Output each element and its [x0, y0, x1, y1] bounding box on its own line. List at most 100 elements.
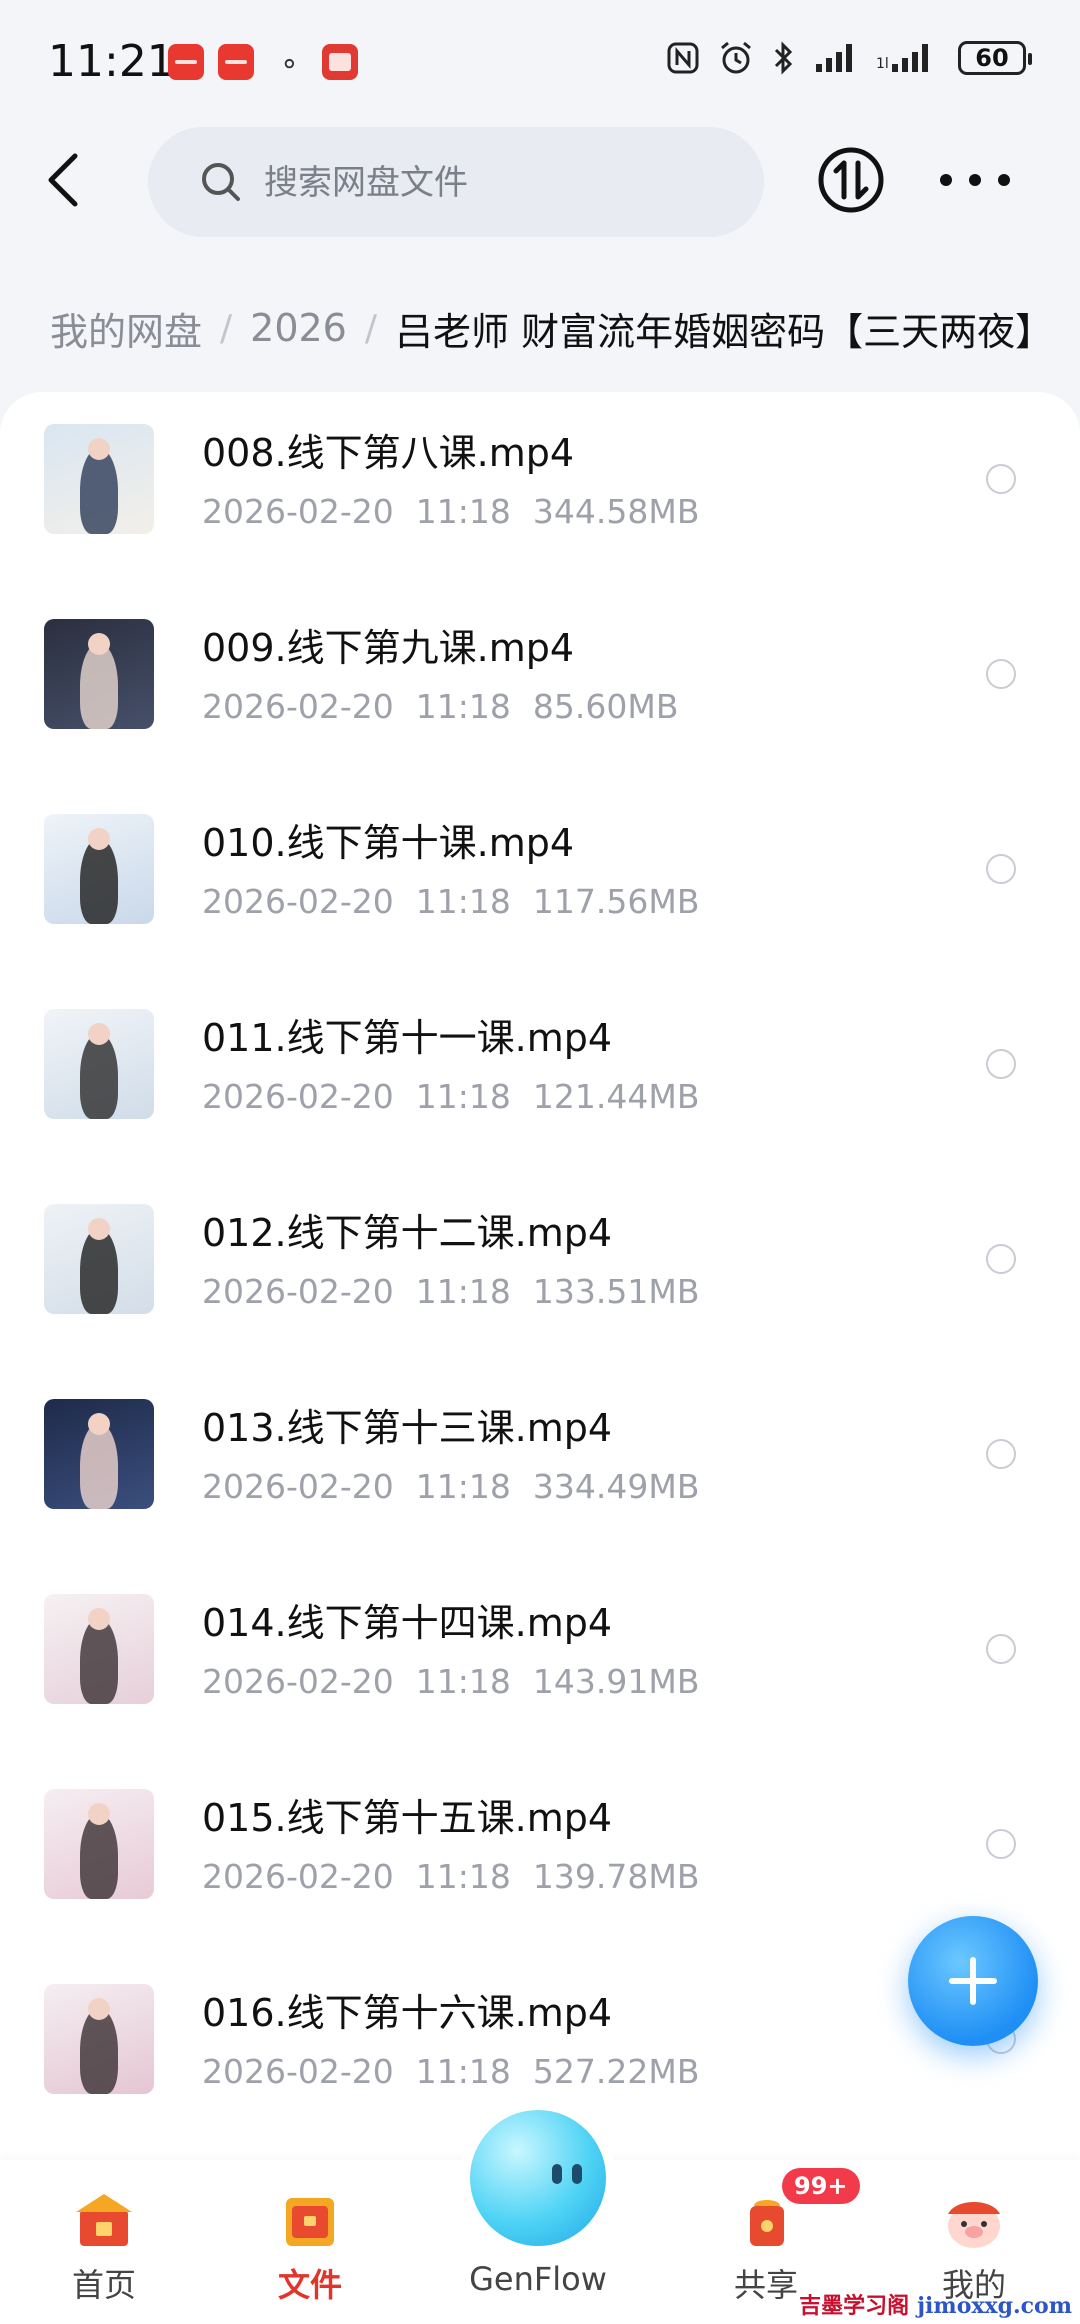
file-time: 11:18: [415, 1272, 511, 1311]
thumbnail-figure: [80, 1423, 118, 1509]
video-thumbnail: [44, 1789, 154, 1899]
file-name: 014.线下第十四课.mp4: [202, 1601, 613, 1645]
file-size: 344.58MB: [532, 492, 700, 531]
nav-genflow-label: GenFlow: [469, 2260, 607, 2298]
nav-home[interactable]: 首页: [24, 2160, 184, 2324]
thumbnail-figure: [88, 1218, 110, 1240]
profile-mascot-icon: [948, 2202, 1000, 2248]
watermark: 吉墨学习阁 jimoxxg.com: [799, 2288, 1072, 2320]
file-name: 015.线下第十五课.mp4: [202, 1796, 613, 1840]
file-row[interactable]: 010.线下第十课.mp4 2026-02-20 11:18 117.56MB: [0, 782, 1080, 977]
file-size: 527.22MB: [532, 2052, 700, 2091]
file-name: 008.线下第八课.mp4: [202, 431, 575, 475]
back-arrow-icon: [48, 153, 78, 207]
more-dot-icon: [969, 174, 981, 186]
watermark-url: jimoxxg.com: [917, 2293, 1072, 2319]
signal-icon: [816, 44, 852, 72]
home-icon: [76, 2194, 132, 2246]
signal-icon-2: 1l: [876, 44, 928, 72]
watermark-text: 吉墨学习阁: [799, 2294, 910, 2319]
file-time: 11:18: [415, 1662, 511, 1701]
file-date: 2026-02-20: [202, 1857, 394, 1896]
thumbnail-figure: [80, 643, 118, 729]
app-notification-icon: [322, 44, 358, 80]
file-size: 117.56MB: [532, 882, 700, 921]
back-button[interactable]: [30, 147, 96, 213]
file-time: 11:18: [415, 492, 511, 531]
thumbnail-figure: [88, 1608, 110, 1630]
video-thumbnail: [44, 1399, 154, 1509]
svg-text:1l: 1l: [876, 56, 889, 72]
video-thumbnail: [44, 1204, 154, 1314]
file-row[interactable]: 009.线下第九课.mp4 2026-02-20 11:18 85.60MB: [0, 587, 1080, 782]
thumbnail-figure: [80, 1033, 118, 1119]
file-name: 009.线下第九课.mp4: [202, 626, 575, 670]
video-thumbnail: [44, 619, 154, 729]
file-time: 11:18: [415, 1077, 511, 1116]
files-icon: [286, 2198, 334, 2246]
select-radio[interactable]: [986, 1049, 1016, 1079]
search-bar[interactable]: [148, 127, 764, 239]
file-size: 85.60MB: [532, 687, 679, 726]
file-time: 11:18: [415, 687, 511, 726]
select-radio[interactable]: [986, 1244, 1016, 1274]
notification-dot-icon: ∘: [280, 46, 299, 81]
video-thumbnail: [44, 424, 154, 534]
file-meta: 2026-02-20 11:18 143.91MB: [202, 1662, 699, 1701]
video-thumbnail: [44, 1009, 154, 1119]
video-thumbnail: [44, 1984, 154, 2094]
thumbnail-figure: [80, 1228, 118, 1314]
file-date: 2026-02-20: [202, 1467, 394, 1506]
breadcrumb-root[interactable]: 我的网盘: [50, 301, 202, 356]
file-row[interactable]: 015.线下第十五课.mp4 2026-02-20 11:18 139.78MB: [0, 1757, 1080, 1952]
app-notification-icon: [168, 44, 204, 80]
nfc-icon: [667, 42, 699, 74]
add-button[interactable]: [908, 1916, 1038, 2046]
file-time: 11:18: [415, 2052, 511, 2091]
thumbnail-figure: [88, 633, 110, 655]
select-radio[interactable]: [986, 464, 1016, 494]
file-date: 2026-02-20: [202, 2052, 394, 2091]
genflow-eye: [572, 2164, 582, 2184]
more-dot-icon: [940, 174, 952, 186]
file-date: 2026-02-20: [202, 882, 394, 921]
file-meta: 2026-02-20 11:18 139.78MB: [202, 1857, 699, 1896]
file-size: 139.78MB: [532, 1857, 700, 1896]
genflow-eye: [552, 2164, 562, 2184]
select-radio[interactable]: [986, 1829, 1016, 1859]
more-dot-icon: [998, 174, 1010, 186]
file-row[interactable]: 008.线下第八课.mp4 2026-02-20 11:18 344.58MB: [0, 392, 1080, 587]
file-meta: 2026-02-20 11:18 121.44MB: [202, 1077, 699, 1116]
select-radio[interactable]: [986, 1439, 1016, 1469]
file-meta: 2026-02-20 11:18 117.56MB: [202, 882, 699, 921]
genflow-mascot-icon[interactable]: [470, 2110, 606, 2246]
file-time: 11:18: [415, 1857, 511, 1896]
thumbnail-figure: [88, 1803, 110, 1825]
file-list: 008.线下第八课.mp4 2026-02-20 11:18 344.58MB 009.…: [0, 392, 1080, 2182]
thumbnail-figure: [80, 448, 118, 534]
search-input[interactable]: [262, 127, 746, 239]
more-button[interactable]: [940, 155, 1010, 205]
file-date: 2026-02-20: [202, 492, 394, 531]
nav-files[interactable]: 文件: [230, 2160, 390, 2324]
select-radio[interactable]: [986, 854, 1016, 884]
system-icons: 1l 60: [666, 40, 1032, 76]
alarm-icon: [721, 41, 751, 74]
file-name: 016.线下第十六课.mp4: [202, 1991, 613, 2035]
share-badge: 99+: [782, 2168, 860, 2204]
file-row[interactable]: 014.线下第十四课.mp4 2026-02-20 11:18 143.91MB: [0, 1562, 1080, 1757]
breadcrumb-year[interactable]: 2026: [250, 306, 347, 350]
select-radio[interactable]: [986, 1634, 1016, 1664]
thumbnail-figure: [88, 1413, 110, 1435]
select-radio[interactable]: [986, 659, 1016, 689]
file-row[interactable]: 013.线下第十三课.mp4 2026-02-20 11:18 334.49MB: [0, 1367, 1080, 1562]
thumbnail-figure: [88, 1023, 110, 1045]
file-row[interactable]: 011.线下第十一课.mp4 2026-02-20 11:18 121.44MB: [0, 977, 1080, 1172]
file-row[interactable]: 012.线下第十二课.mp4 2026-02-20 11:18 133.51MB: [0, 1172, 1080, 1367]
thumbnail-figure: [80, 838, 118, 924]
status-bar: 11:21 ∘ 1l 60: [0, 0, 1080, 130]
file-size: 143.91MB: [532, 1662, 700, 1701]
file-name: 011.线下第十一课.mp4: [202, 1016, 613, 1060]
transfer-button[interactable]: [816, 145, 886, 215]
thumbnail-figure: [88, 828, 110, 850]
